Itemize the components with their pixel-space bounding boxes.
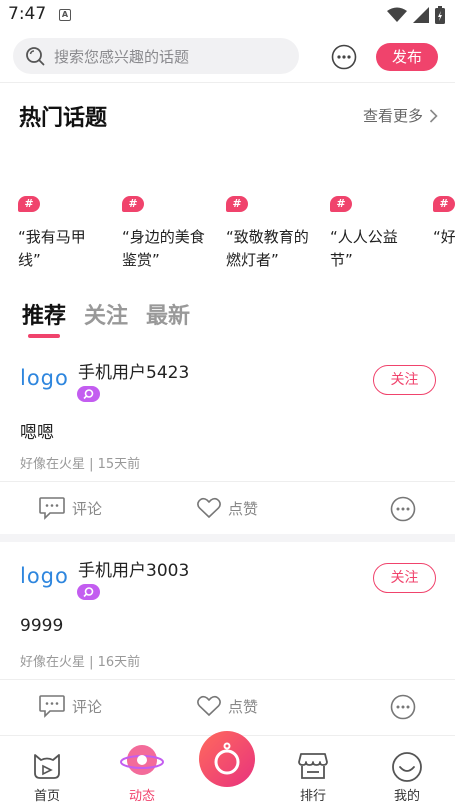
tab-following[interactable]: 关注	[84, 298, 128, 330]
view-more-label: 查看更多	[363, 107, 424, 125]
dynamics-icon	[120, 745, 164, 775]
top-header: 搜索您感兴趣的话题 发布	[0, 36, 455, 80]
post-username[interactable]: 手机用户5423	[78, 358, 189, 383]
status-icons	[387, 6, 445, 24]
post-logo: logo	[20, 366, 69, 390]
topic-item[interactable]: # “人人公益节”	[330, 196, 420, 272]
comment-label: 评论	[72, 697, 103, 716]
like-button[interactable]: 点赞	[196, 496, 258, 520]
publish-button[interactable]: 发布	[376, 43, 438, 71]
comment-button[interactable]: 评论	[38, 496, 102, 520]
post-content: 嗯嗯	[20, 423, 54, 443]
nav-home[interactable]: 首页	[7, 736, 87, 808]
status-bar: 7:47 A	[0, 0, 455, 32]
post-card: logo 手机用户3003 关注 9999 好像在火星 | 16天前 评论 点赞	[0, 550, 455, 736]
store-icon	[298, 753, 328, 779]
user-tag-badge	[77, 584, 100, 600]
battery-icon	[435, 6, 445, 24]
nav-label: 我的	[393, 789, 420, 804]
follow-button[interactable]: 关注	[373, 563, 436, 593]
nav-label: 动态	[128, 789, 155, 804]
section-separator	[0, 534, 455, 542]
nav-dynamics[interactable]: 动态	[102, 736, 182, 808]
follow-button[interactable]: 关注	[373, 365, 436, 395]
hashtag-badge: #	[330, 196, 352, 212]
search-icon	[83, 587, 94, 598]
search-icon	[26, 47, 45, 66]
topic-label: “人人公益节”	[330, 228, 398, 269]
chevron-right-icon	[429, 108, 438, 123]
divider	[0, 481, 455, 482]
like-label: 点赞	[228, 697, 259, 716]
signal-icon	[413, 7, 429, 23]
notification-icon: A	[59, 9, 71, 21]
divider	[0, 679, 455, 680]
divider	[0, 82, 455, 83]
chat-icon[interactable]	[331, 44, 357, 70]
bottom-nav: 首页 动态 排行 我的	[0, 731, 455, 808]
comment-icon	[39, 497, 65, 520]
like-button[interactable]: 点赞	[196, 694, 258, 718]
post-content: 9999	[20, 616, 64, 636]
post-actions: 评论 点赞	[0, 490, 455, 526]
active-tab-indicator	[28, 334, 60, 338]
topic-item[interactable]: # “身边的美食鉴赏”	[122, 196, 212, 272]
post-card: logo 手机用户5423 关注 嗯嗯 好像在火星 | 15天前 评论 点赞	[0, 352, 455, 538]
heart-icon	[197, 497, 221, 519]
nav-label: 排行	[299, 789, 326, 804]
hashtag-badge: #	[122, 196, 144, 212]
user-tag-badge	[77, 386, 100, 402]
post-actions: 评论 点赞	[0, 688, 455, 724]
topic-label: “身边的美食鉴赏”	[122, 228, 205, 269]
topic-item[interactable]: # “致敬教育的燃灯者”	[226, 196, 316, 272]
hashtag-badge: #	[18, 196, 40, 212]
nav-label: 首页	[33, 789, 60, 804]
comment-button[interactable]: 评论	[38, 694, 102, 718]
nav-mine[interactable]: 我的	[367, 736, 447, 808]
more-icon[interactable]	[390, 694, 416, 720]
post-logo: logo	[20, 564, 69, 588]
topic-item[interactable]: # “我有马甲线”	[18, 196, 108, 272]
post-username[interactable]: 手机用户3003	[78, 556, 189, 581]
profile-icon	[392, 752, 422, 782]
hashtag-badge: #	[226, 196, 248, 212]
camera-button[interactable]	[199, 731, 255, 787]
more-icon[interactable]	[390, 496, 416, 522]
hot-topics-list: # “我有马甲线” # “身边的美食鉴赏” # “致敬教育的燃灯者” # “人人…	[0, 196, 455, 276]
search-placeholder: 搜索您感兴趣的话题	[54, 47, 190, 66]
comment-icon	[39, 695, 65, 718]
home-icon	[34, 754, 60, 779]
post-meta: 好像在火星 | 15天前	[20, 457, 141, 472]
hashtag-badge: #	[433, 196, 455, 212]
hot-topics-title: 热门话题	[19, 106, 108, 131]
post-meta: 好像在火星 | 16天前	[20, 655, 141, 670]
search-input[interactable]: 搜索您感兴趣的话题	[13, 38, 299, 74]
tab-label: 最新	[146, 304, 191, 329]
tab-label: 推荐	[22, 304, 67, 329]
tab-label: 关注	[84, 304, 129, 329]
status-time: 7:47	[8, 4, 47, 24]
topic-item[interactable]: # “好图鉴	[433, 196, 455, 249]
wifi-icon	[387, 7, 407, 22]
comment-label: 评论	[72, 499, 103, 518]
search-icon	[83, 389, 94, 400]
nav-ranking[interactable]: 排行	[273, 736, 353, 808]
tab-recommend[interactable]: 推荐	[22, 298, 67, 338]
topic-label: “好图鉴	[433, 228, 455, 246]
topic-label: “致敬教育的燃灯者”	[226, 228, 309, 269]
heart-icon	[197, 695, 221, 717]
like-label: 点赞	[228, 499, 259, 518]
camera-icon	[214, 742, 240, 775]
view-more-link[interactable]: 查看更多	[363, 105, 438, 126]
topic-label: “我有马甲线”	[18, 228, 86, 269]
feed-tabs: 推荐 关注 最新	[22, 298, 190, 338]
tab-latest[interactable]: 最新	[146, 298, 190, 330]
